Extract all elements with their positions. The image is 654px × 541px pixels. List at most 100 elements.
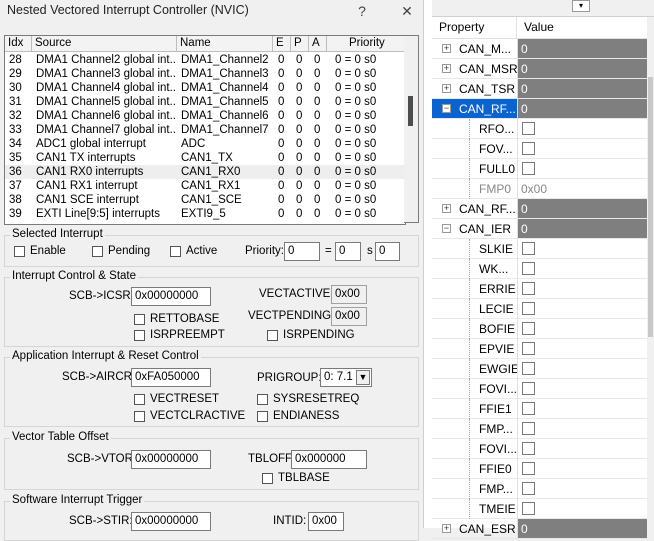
register-row[interactable]: CAN_IER − 0 (432, 219, 654, 239)
register-row[interactable]: CAN_MSR +0 (432, 59, 654, 79)
property-value-cell[interactable]: 0 (517, 219, 647, 239)
field-checkbox[interactable] (522, 342, 535, 355)
field-row[interactable]: LECIE (432, 299, 654, 319)
table-row[interactable]: 37 CAN1 RX1 interrupt CAN1_RX1 0 0 0 0 = 0 s0 (5, 179, 405, 193)
property-header[interactable]: Property (432, 17, 517, 38)
field-row[interactable]: FOVI... (432, 439, 654, 459)
scrollbar-thumb[interactable] (648, 77, 653, 337)
field-row[interactable]: TMEIE (432, 499, 654, 519)
field-checkbox[interactable] (522, 282, 535, 295)
panel-splitter[interactable] (423, 0, 432, 528)
expand-icon[interactable]: + (442, 204, 451, 213)
field-row[interactable]: BOFIE (432, 319, 654, 339)
property-name-cell[interactable]: FULL0 (432, 159, 517, 179)
enable-checkbox[interactable] (14, 246, 25, 257)
field-row[interactable]: EWGIE (432, 359, 654, 379)
field-checkbox[interactable] (522, 322, 535, 335)
property-value-cell[interactable] (517, 159, 647, 179)
register-row[interactable]: CAN_TSR +0 (432, 79, 654, 99)
field-row[interactable]: FFIE1 (432, 399, 654, 419)
table-row[interactable]: 35 CAN1 TX interrupts CAN1_TX 0 0 0 0 = 0 s0 (5, 151, 405, 165)
stir-field[interactable]: 0x00000000 (131, 512, 211, 531)
endianess-checkbox[interactable] (257, 411, 268, 422)
property-name-cell[interactable]: FMP... (432, 479, 517, 499)
register-row[interactable]: CAN_M... +0 (432, 39, 654, 59)
vtor-field[interactable]: 0x00000000 (131, 450, 211, 469)
col-header-priority[interactable]: Priority (327, 36, 405, 51)
property-value-cell[interactable] (517, 379, 647, 399)
field-checkbox[interactable] (522, 302, 535, 315)
field-checkbox[interactable] (522, 462, 535, 475)
chevron-down-icon[interactable]: ▾ (572, 0, 590, 12)
property-name-cell[interactable]: WK... (432, 259, 517, 279)
field-checkbox[interactable] (522, 502, 535, 515)
field-checkbox[interactable] (522, 162, 535, 175)
collapse-icon[interactable]: − (442, 104, 451, 113)
help-button[interactable]: ? (352, 0, 372, 22)
register-row[interactable]: CAN_RF... − 0 (432, 99, 654, 119)
field-checkbox[interactable] (522, 362, 535, 375)
property-value-cell[interactable] (517, 279, 647, 299)
property-value-cell[interactable] (517, 319, 647, 339)
value-header[interactable]: Value (517, 17, 647, 38)
isrpreempt-checkbox[interactable] (134, 330, 145, 341)
property-value-cell[interactable] (517, 239, 647, 259)
property-value-cell[interactable]: 0 (517, 39, 647, 59)
field-checkbox[interactable] (522, 242, 535, 255)
field-checkbox[interactable] (522, 402, 535, 415)
prigroup-select[interactable]: 0: 7.1 ▼ (320, 368, 372, 387)
table-scrollbar[interactable] (404, 35, 419, 223)
property-value-cell[interactable] (517, 139, 647, 159)
table-row[interactable]: 32 DMA1 Channel6 global int... DMA1_Channe… (5, 109, 405, 123)
property-value-cell[interactable]: 0 (517, 199, 647, 219)
rettobase-checkbox[interactable] (134, 314, 145, 325)
property-value-cell[interactable]: 0 (517, 79, 647, 99)
property-value-cell[interactable] (517, 439, 647, 459)
field-row[interactable]: FULL0 (432, 159, 654, 179)
property-name-cell[interactable]: FOVI... (432, 439, 517, 459)
property-name-cell[interactable]: FFIE0 (432, 459, 517, 479)
vectreset-checkbox[interactable] (134, 394, 145, 405)
property-value-cell[interactable] (517, 299, 647, 319)
vectclractive-checkbox[interactable] (134, 411, 145, 422)
scrollbar-thumb[interactable] (408, 96, 413, 126)
register-row[interactable]: CAN_ESR +0 (432, 519, 654, 539)
field-row[interactable]: FFIE0 (432, 459, 654, 479)
property-value-cell[interactable] (517, 479, 647, 499)
collapse-icon[interactable]: − (442, 224, 451, 233)
tblbase-checkbox[interactable] (262, 473, 273, 484)
field-row[interactable]: SLKIE (432, 239, 654, 259)
property-name-cell[interactable]: EPVIE (432, 339, 517, 359)
col-header-e[interactable]: E (273, 36, 291, 51)
close-button[interactable]: ✕ (396, 0, 418, 22)
property-value-cell[interactable] (517, 259, 647, 279)
icsr-field[interactable]: 0x00000000 (131, 287, 211, 306)
table-row[interactable]: 30 DMA1 Channel4 global int... DMA1_Channe… (5, 81, 405, 95)
col-header-p[interactable]: P (291, 36, 309, 51)
table-row[interactable]: 31 DMA1 Channel5 global int... DMA1_Channe… (5, 95, 405, 109)
sub-priority-field[interactable]: 0 (375, 242, 400, 261)
group-priority-field[interactable]: 0 (335, 242, 361, 261)
field-row[interactable]: RFO... (432, 119, 654, 139)
col-header-source[interactable]: Source (32, 36, 177, 51)
active-checkbox[interactable] (170, 246, 181, 257)
property-value-cell[interactable] (517, 399, 647, 419)
field-row[interactable]: FMP... (432, 419, 654, 439)
property-value-cell[interactable] (517, 339, 647, 359)
field-checkbox[interactable] (522, 382, 535, 395)
property-scrollbar[interactable] (647, 17, 654, 528)
property-value-cell[interactable]: 0 (517, 99, 647, 119)
property-value-cell[interactable] (517, 419, 647, 439)
col-header-a[interactable]: A (309, 36, 327, 51)
property-name-cell[interactable]: TMEIE (432, 499, 517, 519)
property-name-cell[interactable]: FMP... (432, 419, 517, 439)
field-checkbox[interactable] (522, 262, 535, 275)
field-checkbox[interactable] (522, 422, 535, 435)
property-value-cell[interactable]: 0x00 (517, 179, 647, 199)
table-row[interactable]: 36 CAN1 RX0 interrupts CAN1_RX0 0 0 0 0 = 0 s0 (5, 165, 405, 179)
field-row[interactable]: ERRIE (432, 279, 654, 299)
field-row[interactable]: FOVI... (432, 379, 654, 399)
property-value-cell[interactable]: 0 (517, 59, 647, 79)
property-value-cell[interactable]: 0 (517, 519, 647, 539)
table-row[interactable]: 38 CAN1 SCE interrupt CAN1_SCE 0 0 0 0 = 0 s0 (5, 193, 405, 207)
